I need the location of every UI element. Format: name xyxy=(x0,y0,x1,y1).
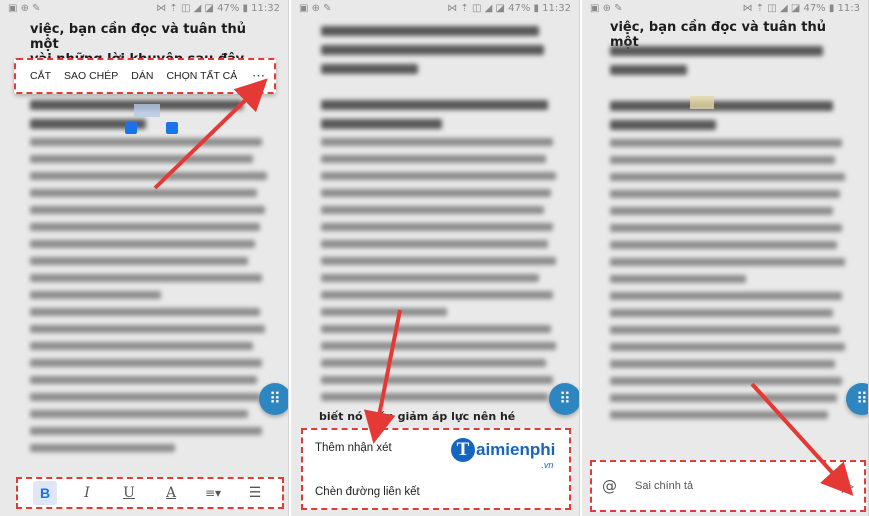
underline-icon[interactable]: U xyxy=(117,481,141,505)
bold-icon[interactable]: B xyxy=(33,481,57,505)
screenshot-panel-2: ▣ ⊕ ✎ ⋈ ⇡ ◫ ◢ ◪ 47% ▮ 11:32 biết nó giúp… xyxy=(291,0,580,516)
paste-button[interactable]: DÁN xyxy=(131,70,153,82)
send-icon[interactable]: ▷ xyxy=(842,476,854,496)
format-toolbar: B I U A ≡▾ ☰ xyxy=(16,477,284,509)
add-comment-item[interactable]: Thêm nhận xét xyxy=(315,442,392,454)
text-color-icon[interactable]: A xyxy=(159,481,183,505)
at-mention-icon[interactable]: @ xyxy=(602,477,617,495)
grid-fab-icon[interactable]: ⠿ xyxy=(259,383,288,415)
cut-button[interactable]: CẮT xyxy=(30,70,51,82)
text-selection-highlight xyxy=(690,96,714,109)
selection-end-handle[interactable] xyxy=(166,122,178,134)
status-bar: ▣ ⊕ ✎ ⋈ ⇡ ◫ ◢ ◪ 47% ▮ 11:32 xyxy=(0,0,288,20)
spell-check-bar: @ Sai chính tả ▷ xyxy=(590,460,866,512)
grid-fab-icon[interactable]: ⠿ xyxy=(549,383,579,415)
visible-text-line: biết nó giúp giảm áp lực nên hé xyxy=(319,410,516,423)
blurred-document-body xyxy=(610,46,852,428)
blurred-document-body xyxy=(321,26,563,410)
list-icon[interactable]: ☰ xyxy=(243,481,267,505)
heading-line: việc, bạn cần đọc và tuân thủ một xyxy=(30,22,247,52)
status-left-icons: ▣ ⊕ ✎ xyxy=(8,3,41,14)
logo-word: aimienphi xyxy=(476,440,556,459)
more-options-icon[interactable]: ⋯ xyxy=(252,68,266,84)
text-selection-toolbar: CẮT SAO CHÉP DÁN CHỌN TẤT CẢ ⋯ xyxy=(14,58,276,94)
copy-button[interactable]: SAO CHÉP xyxy=(64,70,118,82)
status-left-icons: ▣ ⊕ ✎ xyxy=(590,3,623,14)
blurred-document-body xyxy=(30,100,272,461)
screenshot-panel-3: ▣ ⊕ ✎ ⋈ ⇡ ◫ ◢ ◪ 47% ▮ 11:3 việc, bạn cần… xyxy=(582,0,869,516)
spell-check-input[interactable]: Sai chính tả xyxy=(635,480,693,492)
status-right: ⋈ ⇡ ◫ ◢ ◪ 47% ▮ 11:3 xyxy=(742,3,860,14)
text-selection-highlight xyxy=(134,104,160,117)
italic-icon[interactable]: I xyxy=(75,481,99,505)
comment-context-menu: Thêm nhận xét Chèn đường liên kết T aimi… xyxy=(301,428,571,510)
select-all-button[interactable]: CHỌN TẤT CẢ xyxy=(166,70,237,82)
status-bar: ▣ ⊕ ✎ ⋈ ⇡ ◫ ◢ ◪ 47% ▮ 11:3 xyxy=(582,0,868,20)
logo-letter: T xyxy=(451,438,475,462)
logo-suffix: .vn xyxy=(541,460,554,470)
insert-link-item[interactable]: Chèn đường liên kết xyxy=(315,486,420,498)
status-bar: ▣ ⊕ ✎ ⋈ ⇡ ◫ ◢ ◪ 47% ▮ 11:32 xyxy=(291,0,579,20)
taimienphi-logo: T aimienphi .vn xyxy=(451,438,556,470)
align-icon[interactable]: ≡▾ xyxy=(201,481,225,505)
screenshot-panel-1: ▣ ⊕ ✎ ⋈ ⇡ ◫ ◢ ◪ 47% ▮ 11:32 việc, bạn cầ… xyxy=(0,0,289,516)
status-right: ⋈ ⇡ ◫ ◢ ◪ 47% ▮ 11:32 xyxy=(156,3,280,14)
status-right: ⋈ ⇡ ◫ ◢ ◪ 47% ▮ 11:32 xyxy=(447,3,571,14)
status-left-icons: ▣ ⊕ ✎ xyxy=(299,3,332,14)
selection-start-handle[interactable] xyxy=(125,122,137,134)
